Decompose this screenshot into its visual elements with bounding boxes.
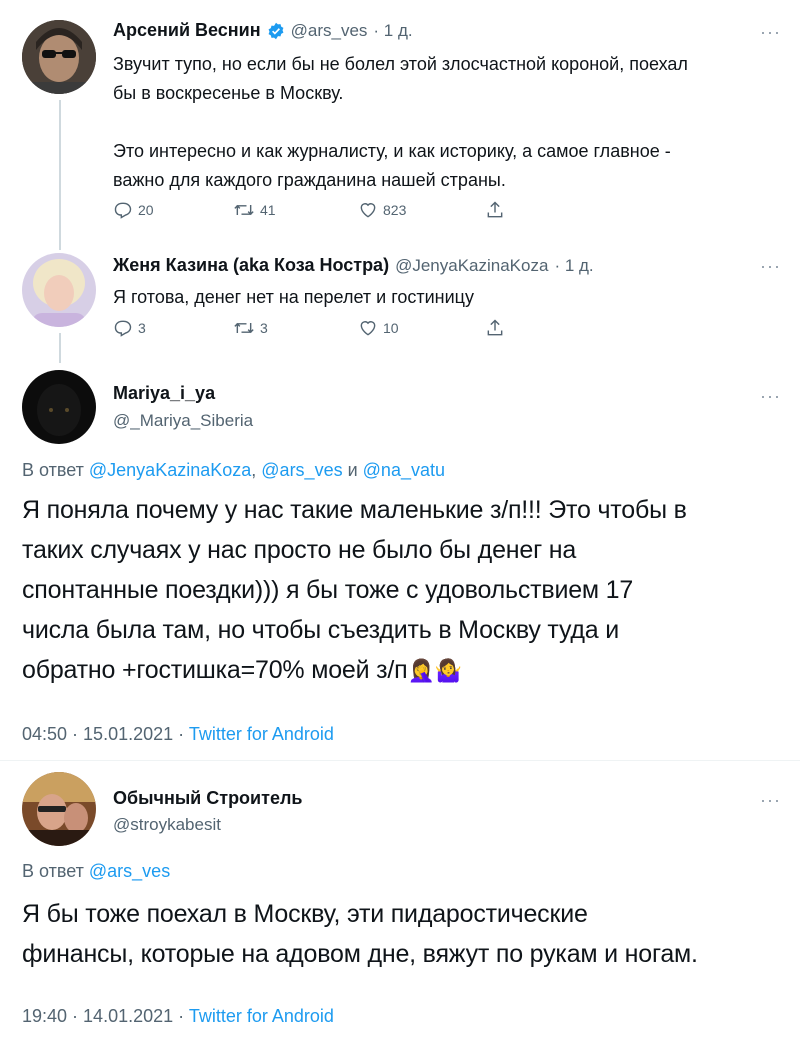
tweet-source[interactable]: Twitter for Android bbox=[189, 1006, 334, 1026]
reply-separator: , bbox=[251, 460, 262, 480]
reply-mention[interactable]: @ars_ves bbox=[261, 460, 342, 480]
reply-mention[interactable]: @na_vatu bbox=[363, 460, 445, 480]
share-button[interactable] bbox=[485, 318, 505, 338]
like-icon bbox=[358, 318, 378, 338]
tweet-meta: 04:50 · 15.01.2021 · Twitter for Android bbox=[22, 724, 334, 745]
reply-prefix: В ответ bbox=[22, 460, 89, 480]
tweet-date[interactable]: 14.01.2021 bbox=[83, 1006, 173, 1026]
reply-icon bbox=[113, 318, 133, 338]
meta-separator: · bbox=[67, 1006, 84, 1026]
retweet-button[interactable]: 3 bbox=[233, 318, 268, 338]
text-line: таких случаях у нас просто не было бы де… bbox=[22, 536, 577, 564]
tweet-time[interactable]: · 1 д. bbox=[373, 21, 412, 41]
tweet-meta: 19:40 · 14.01.2021 · Twitter for Android bbox=[22, 1006, 334, 1027]
shrug-emoji: 🤷‍♀️ bbox=[434, 658, 462, 683]
like-count: 10 bbox=[383, 320, 399, 336]
author-name[interactable]: Арсений Веснин bbox=[113, 20, 261, 41]
reply-button[interactable]: 20 bbox=[113, 200, 154, 220]
tweet-header: Арсений Веснин @ars_ves · 1 д. bbox=[113, 20, 413, 41]
retweet-button[interactable]: 41 bbox=[233, 200, 276, 220]
divider bbox=[0, 760, 800, 761]
retweet-count: 41 bbox=[260, 202, 276, 218]
reply-separator: и bbox=[342, 460, 363, 480]
share-button[interactable] bbox=[485, 200, 505, 220]
reply-mention[interactable]: @ars_ves bbox=[89, 861, 170, 881]
like-icon bbox=[358, 200, 378, 220]
author-name[interactable]: Обычный Строитель bbox=[113, 788, 302, 809]
reply-context: В ответ @ars_ves bbox=[22, 861, 170, 882]
reply-prefix: В ответ bbox=[22, 861, 89, 881]
like-button[interactable]: 10 bbox=[358, 318, 399, 338]
more-icon[interactable]: ··· bbox=[760, 256, 781, 277]
avatar[interactable] bbox=[22, 370, 96, 444]
text-line: Я бы тоже поехал в Москву, эти пидарости… bbox=[22, 900, 588, 928]
text-line: Звучит тупо, но если бы не болел этой зл… bbox=[113, 54, 688, 74]
text-line: спонтанные поездки))) я бы тоже с удовол… bbox=[22, 576, 634, 604]
reply-mention[interactable]: @JenyaKazinaKoza bbox=[89, 460, 251, 480]
avatar[interactable] bbox=[22, 20, 96, 94]
like-button[interactable]: 823 bbox=[358, 200, 406, 220]
avatar[interactable] bbox=[22, 772, 96, 846]
share-icon bbox=[485, 318, 505, 338]
retweet-icon bbox=[233, 200, 255, 220]
text-line: бы в воскресенье в Москву. bbox=[113, 83, 344, 103]
text-line: числа была там, но чтобы съездить в Моск… bbox=[22, 616, 620, 644]
action-bar: 3 3 10 bbox=[113, 318, 513, 340]
text-line-last: обратно +гостишка=70% моей з/п🤦‍♀️🤷‍♀️ bbox=[22, 650, 792, 691]
tweet-time[interactable]: 19:40 bbox=[22, 1006, 67, 1026]
meta-separator: · bbox=[67, 724, 84, 744]
reply-button[interactable]: 3 bbox=[113, 318, 146, 338]
text-line: Это интересно и как журналисту, и как ис… bbox=[113, 141, 671, 161]
reply-icon bbox=[113, 200, 133, 220]
thread-line bbox=[59, 333, 61, 363]
tweet-text: Я поняла почему у нас такие маленькие з/… bbox=[22, 490, 792, 691]
meta-separator: · bbox=[173, 724, 189, 744]
share-icon bbox=[485, 200, 505, 220]
tweet-text: Я готова, денег нет на перелет и гостини… bbox=[113, 283, 793, 312]
meta-separator: · bbox=[173, 1006, 189, 1026]
tweet-time[interactable]: 04:50 bbox=[22, 724, 67, 744]
more-icon[interactable]: ··· bbox=[760, 790, 781, 811]
facepalm-emoji: 🤦‍♀️ bbox=[407, 658, 435, 683]
reply-count: 3 bbox=[138, 320, 146, 336]
verified-badge-icon bbox=[267, 22, 285, 40]
text-line: обратно +гостишка=70% моей з/п bbox=[22, 656, 408, 684]
action-bar: 20 41 823 bbox=[113, 200, 513, 222]
tweet-text: Звучит тупо, но если бы не болел этой зл… bbox=[113, 50, 793, 195]
author-name[interactable]: Женя Казина (aka Коза Ностра) bbox=[113, 255, 389, 276]
more-icon[interactable]: ··· bbox=[760, 386, 781, 407]
reply-count: 20 bbox=[138, 202, 154, 218]
tweet-date[interactable]: 15.01.2021 bbox=[83, 724, 173, 744]
like-count: 823 bbox=[383, 202, 407, 218]
more-icon[interactable]: ··· bbox=[760, 22, 781, 43]
text-line: финансы, которые на адовом дне, вяжут по… bbox=[22, 940, 698, 968]
tweet-source[interactable]: Twitter for Android bbox=[189, 724, 334, 744]
avatar[interactable] bbox=[22, 253, 96, 327]
author-handle[interactable]: @JenyaKazinaKoza bbox=[395, 256, 548, 276]
reply-context: В ответ @JenyaKazinaKoza, @ars_ves и @na… bbox=[22, 460, 445, 481]
author-handle[interactable]: @_Mariya_Siberia bbox=[113, 411, 253, 431]
tweet-header: Женя Казина (aka Коза Ностра) @JenyaKazi… bbox=[113, 255, 594, 276]
text-line: важно для каждого гражданина нашей стран… bbox=[113, 170, 506, 190]
retweet-icon bbox=[233, 318, 255, 338]
author-handle[interactable]: @stroykabesit bbox=[113, 815, 221, 835]
thread-line bbox=[59, 100, 61, 250]
retweet-count: 3 bbox=[260, 320, 268, 336]
tweet-time[interactable]: · 1 д. bbox=[554, 256, 593, 276]
text-line: Я поняла почему у нас такие маленькие з/… bbox=[22, 496, 687, 524]
author-name[interactable]: Mariya_i_ya bbox=[113, 383, 215, 404]
author-handle[interactable]: @ars_ves bbox=[291, 21, 368, 41]
text-line: Я готова, денег нет на перелет и гостини… bbox=[113, 287, 474, 307]
tweet-text: Я бы тоже поехал в Москву, эти пидарости… bbox=[22, 894, 792, 974]
